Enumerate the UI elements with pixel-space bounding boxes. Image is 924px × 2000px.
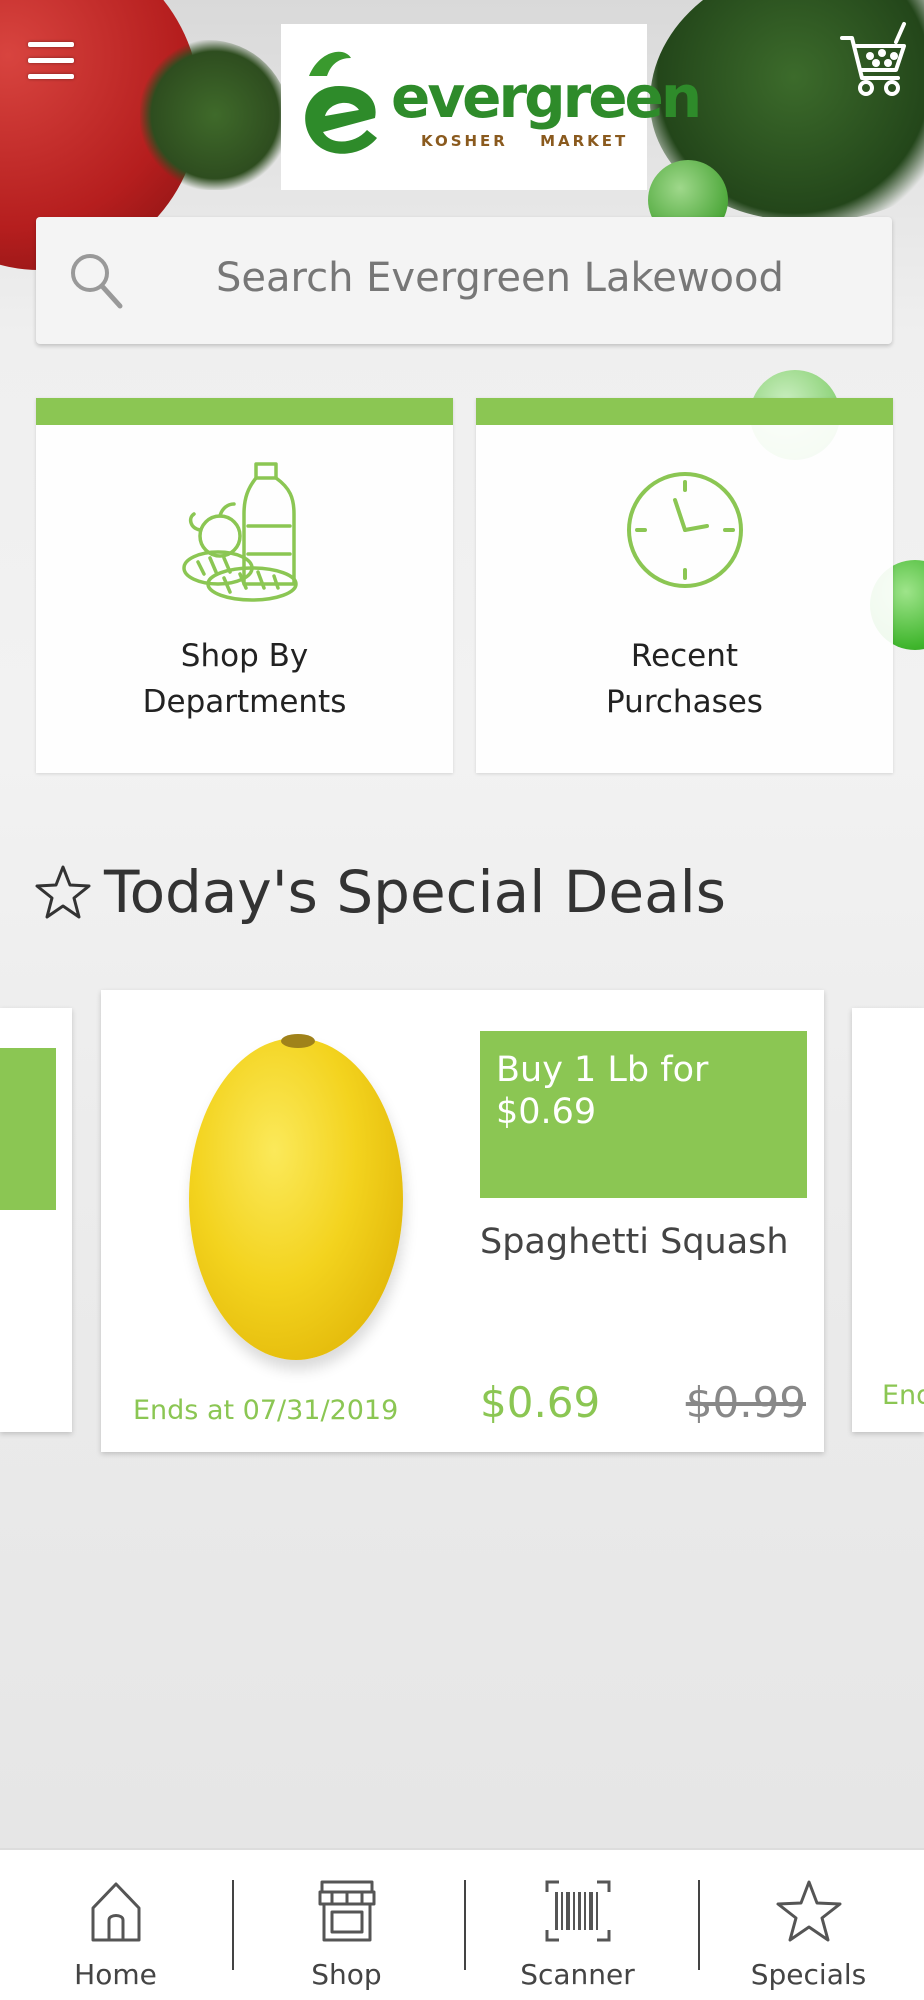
squash-stem [281, 1034, 315, 1048]
brand-subtitle: KOSHER MARKET [421, 132, 629, 150]
store-icon [318, 1880, 375, 1942]
nav-specials[interactable]: Specials [693, 1850, 924, 2000]
bottom-navigation: Home Shop Scanner Specials [0, 1848, 924, 2000]
nav-home[interactable]: Home [0, 1850, 231, 2000]
tile-accent-bar [36, 398, 453, 425]
deal-tag: Buy 1 Lb for $0.69 [480, 1031, 807, 1198]
nav-label: Scanner [520, 1958, 635, 1991]
search-input[interactable]: Search Evergreen Lakewood [216, 255, 784, 301]
brand-logo[interactable]: evergreen KOSHER MARKET [281, 24, 702, 190]
deal-end-date: Ends at 07/31/2019 [133, 1395, 399, 1426]
clock-icon [626, 472, 743, 588]
nav-label: Specials [750, 1958, 867, 1991]
section-title: Today's Special Deals [104, 858, 726, 926]
sale-price: $0.69 [480, 1378, 601, 1427]
nav-shop[interactable]: Shop [231, 1850, 462, 2000]
deal-tag [0, 1048, 56, 1210]
product-name: Spaghetti Squash [480, 1222, 789, 1262]
evergreen-e-icon [305, 51, 377, 154]
nav-label: Home [74, 1958, 157, 1991]
shop-by-departments-tile[interactable]: Shop By Departments [36, 398, 453, 773]
shopping-cart-icon[interactable] [838, 20, 910, 100]
star-icon [776, 1880, 841, 1942]
deal-end-date: Ends [882, 1380, 924, 1411]
deal-card[interactable]: Ends at 07/31/2019 Buy 1 Lb for $0.69 Sp… [101, 990, 824, 1452]
star-icon [35, 865, 91, 919]
barcode-icon [545, 1880, 610, 1942]
recent-purchases-tile[interactable]: Recent Purchases [476, 398, 893, 773]
groceries-icon [181, 462, 298, 602]
nav-scanner[interactable]: Scanner [462, 1850, 693, 2000]
brand-name: evergreen [391, 63, 702, 131]
tile-label: Recent Purchases [606, 638, 763, 720]
search-icon [71, 254, 123, 309]
original-price: $0.99 [685, 1378, 806, 1427]
next-deal-card[interactable]: Ends [852, 1008, 924, 1432]
nav-label: Shop [311, 1958, 382, 1991]
previous-deal-card[interactable] [0, 1008, 72, 1432]
tile-label: Shop By Departments [142, 638, 347, 720]
hamburger-menu-icon[interactable] [28, 40, 74, 82]
home-icon [91, 1882, 140, 1942]
tomato-stem-image [140, 40, 290, 190]
spaghetti-squash-image [189, 1038, 403, 1360]
search-bar[interactable]: Search Evergreen Lakewood [36, 217, 892, 344]
tile-accent-bar [476, 398, 893, 425]
